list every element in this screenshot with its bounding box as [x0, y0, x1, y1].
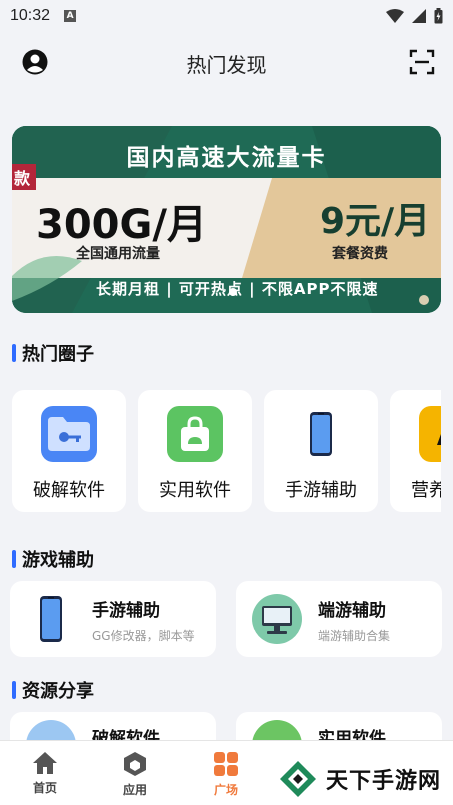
circle-label: 手游辅助 [285, 480, 357, 501]
game-card-title: 手游辅助 [92, 601, 160, 621]
top-app-bar: 热门发现 [0, 32, 453, 94]
home-icon [33, 752, 57, 774]
circle-card-crack-software[interactable]: 破解软件 [12, 390, 126, 512]
folder-key-icon [41, 406, 97, 462]
scan-icon[interactable] [409, 49, 435, 79]
banner-tag: 款 [12, 164, 37, 190]
nav-label: 首页 [32, 781, 57, 795]
section-game-assist: 游戏辅助 [12, 546, 94, 572]
circle-label: 破解软件 [33, 480, 105, 501]
banner-left-price: 300G/月 [36, 202, 207, 248]
game-card-title: 端游辅助 [318, 601, 386, 621]
user-avatar-icon[interactable] [22, 49, 48, 79]
section-marker [12, 344, 16, 362]
page-title: 热门发现 [186, 52, 267, 77]
game-card-desc: 端游辅助合集 [318, 629, 391, 643]
section-marker [12, 550, 16, 568]
banner-indicator-dot [229, 288, 237, 296]
game-card-desc: GG修改器，脚本等 [92, 629, 195, 643]
status-icons [386, 8, 443, 24]
shopping-bag-icon [167, 406, 223, 462]
phone-icon [40, 596, 62, 642]
banner-left-sub: 全国通用流量 [76, 246, 160, 262]
grid-icon [214, 752, 238, 776]
folder-circle-icon [26, 720, 76, 742]
wifi-icon [386, 9, 404, 23]
watermark-text: 天下手游网 [326, 768, 442, 794]
section-resources: 资源分享 [12, 677, 94, 703]
circle-card-mobile-game-assist[interactable]: 手游辅助 [264, 390, 378, 512]
banner-right-sub: 套餐资费 [332, 246, 388, 262]
cube-icon [124, 752, 146, 776]
notification-icon: A [64, 10, 77, 22]
status-bar: 10:32 A [0, 0, 453, 32]
game-card-pc[interactable]: 端游辅助 端游辅助合集 [236, 581, 442, 657]
section-title-text: 资源分享 [22, 681, 94, 702]
nav-home[interactable]: 首页 [15, 751, 75, 796]
circle-card-nutrition[interactable]: 营养 [390, 390, 441, 512]
section-marker [12, 681, 16, 699]
battery-icon [434, 8, 443, 24]
partial-icon [419, 406, 441, 462]
circle-label: 实用软件 [159, 480, 231, 501]
desktop-monitor-icon [252, 594, 302, 644]
site-watermark: 天下手游网 [276, 752, 453, 805]
resource-card-crack[interactable]: 破解软件 [10, 712, 216, 742]
section-hot-circles: 热门圈子 [12, 340, 94, 366]
phone-icon [293, 406, 349, 462]
nav-label: 应用 [122, 783, 147, 797]
bag-circle-icon [252, 720, 302, 742]
status-time: 10:32 [10, 7, 51, 24]
nav-apps[interactable]: 应用 [105, 751, 165, 798]
signal-icon [412, 9, 426, 23]
circle-card-useful-software[interactable]: 实用软件 [138, 390, 252, 512]
section-title-text: 游戏辅助 [22, 550, 94, 571]
promo-banner[interactable]: 国内高速大流量卡 款 300G/月 全国通用流量 9元/月 套餐资费 长期月租 … [12, 126, 441, 313]
watermark-logo-icon [280, 760, 316, 797]
section-title-text: 热门圈子 [22, 344, 94, 365]
resource-card-useful[interactable]: 实用软件 [236, 712, 442, 742]
nav-square[interactable]: 广场 [196, 751, 256, 798]
circle-label: 营养 [411, 480, 441, 501]
game-card-mobile[interactable]: 手游辅助 GG修改器，脚本等 [10, 581, 216, 657]
banner-title: 国内高速大流量卡 [126, 145, 327, 171]
nav-label: 广场 [213, 783, 238, 797]
banner-right-price: 9元/月 [320, 201, 431, 242]
circle-card-partial-clip: 营养 [390, 390, 441, 512]
